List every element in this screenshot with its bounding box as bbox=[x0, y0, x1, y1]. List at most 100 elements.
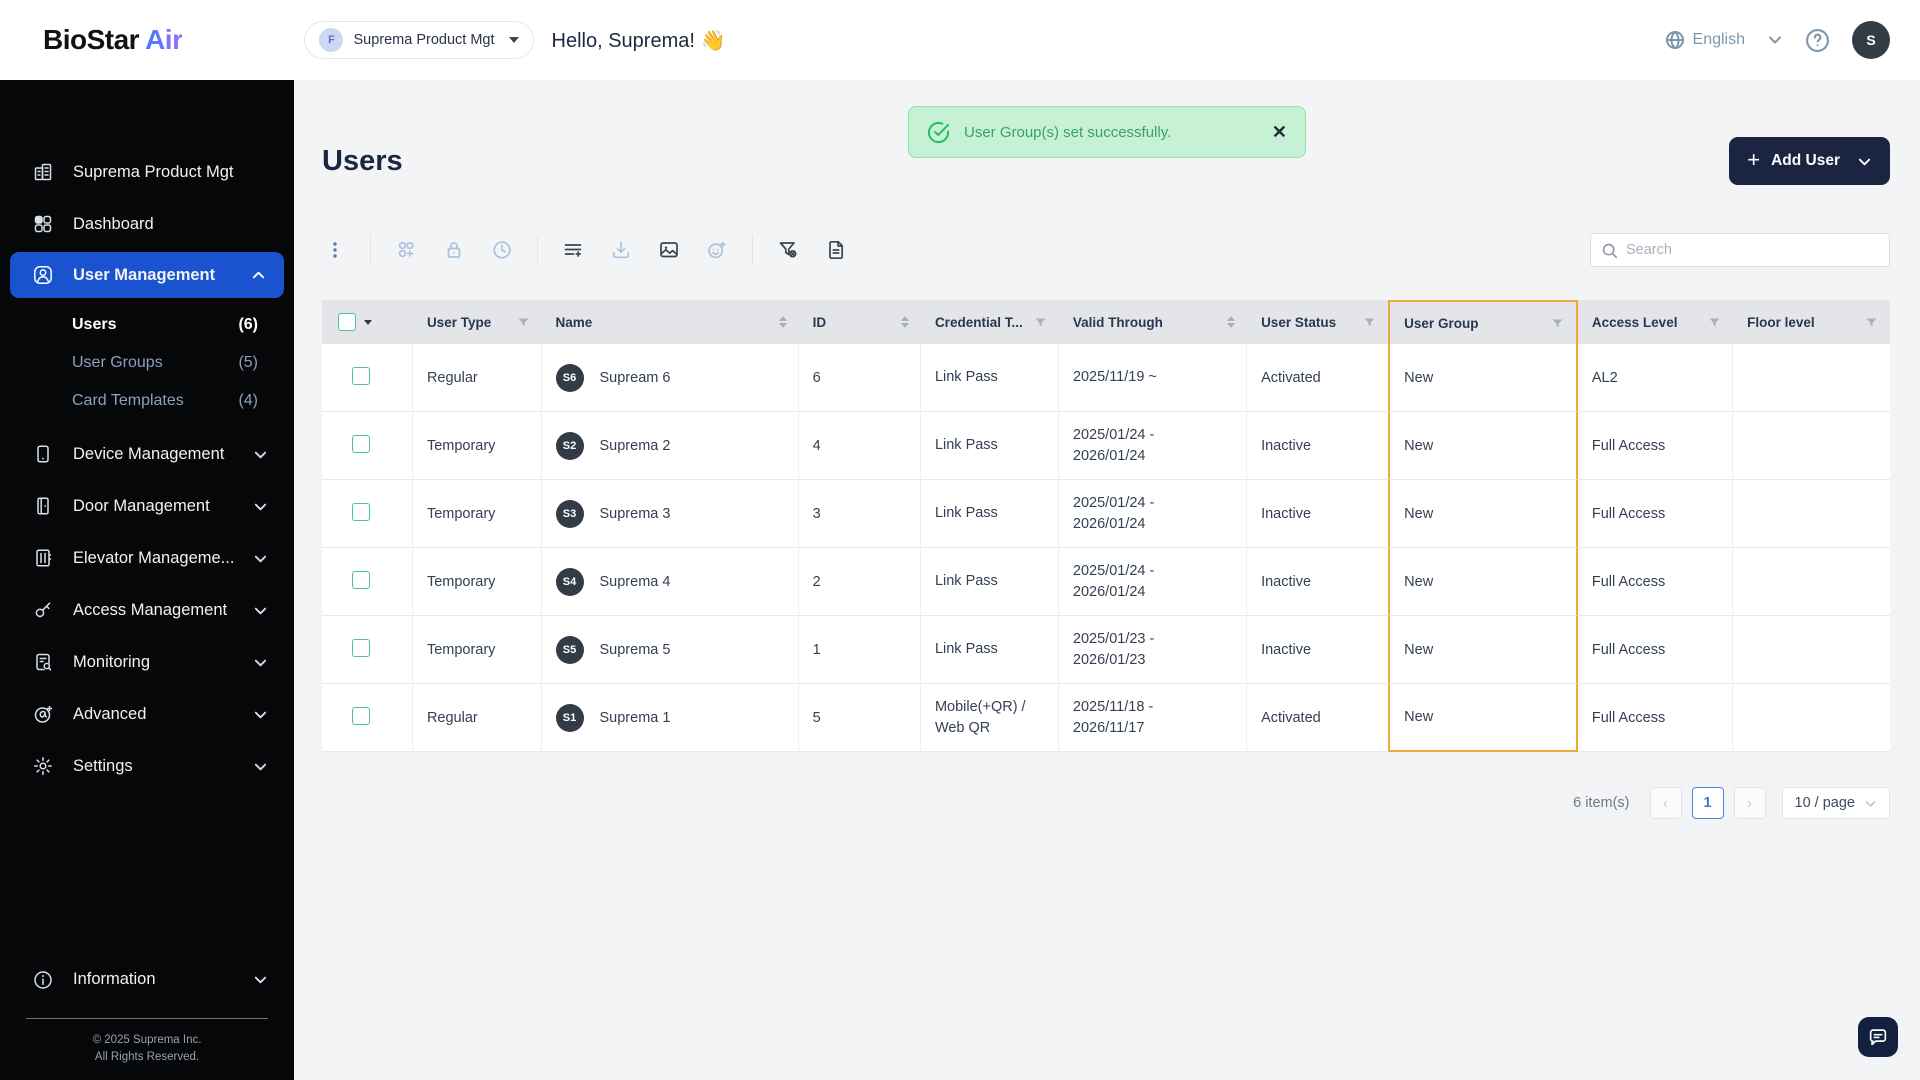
row-checkbox[interactable] bbox=[352, 706, 370, 725]
row-checkbox[interactable] bbox=[352, 638, 370, 657]
row-select-cell bbox=[322, 684, 413, 752]
row-checkbox[interactable] bbox=[352, 434, 370, 453]
current-page-button[interactable]: 1 bbox=[1691, 787, 1724, 819]
header-user-status[interactable]: User Status bbox=[1247, 300, 1389, 344]
add-user-button[interactable]: + Add User bbox=[1729, 137, 1890, 185]
header-valid-through[interactable]: Valid Through bbox=[1058, 300, 1248, 344]
prev-page-button[interactable]: ‹ bbox=[1649, 787, 1682, 819]
image-icon[interactable] bbox=[656, 237, 682, 263]
sidebar-item-advanced[interactable]: Advanced bbox=[0, 688, 294, 740]
cell-user-type: Temporary bbox=[412, 412, 542, 480]
cell-name: S5 Suprema 5 bbox=[541, 616, 799, 684]
table-row[interactable]: Temporary S4 Suprema 4 2 Link Pass 2025/… bbox=[322, 548, 1890, 616]
filter-icon[interactable] bbox=[517, 316, 530, 329]
header-user-group[interactable]: User Group bbox=[1388, 300, 1578, 344]
chevron-down-icon bbox=[253, 972, 268, 987]
chevron-down-icon[interactable] bbox=[1767, 32, 1783, 48]
help-button[interactable] bbox=[1805, 28, 1830, 53]
language-selector[interactable]: English bbox=[1665, 30, 1745, 50]
copyright-line2: All Rights Reserved. bbox=[94, 1050, 200, 1063]
header-id[interactable]: ID bbox=[798, 300, 921, 344]
sidebar-item-access-management[interactable]: Access Management bbox=[0, 584, 294, 636]
table-body: Regular S6 Supream 6 6 Link Pass 2025/11… bbox=[322, 344, 1890, 752]
cell-id: 4 bbox=[798, 412, 921, 480]
toast-close-icon[interactable]: ✕ bbox=[1272, 123, 1287, 141]
sort-icon[interactable] bbox=[900, 316, 909, 328]
header-floor-level[interactable]: Floor level bbox=[1733, 300, 1890, 344]
user-name-text: Suprema 4 bbox=[599, 573, 671, 590]
help-icon bbox=[1806, 28, 1829, 52]
organization-badge: F bbox=[319, 28, 344, 52]
monitoring-icon bbox=[36, 653, 52, 671]
sidebar-item-dashboard[interactable]: Dashboard bbox=[0, 198, 294, 250]
chevron-down-icon bbox=[253, 603, 268, 618]
lock-icon[interactable] bbox=[441, 237, 467, 263]
header-credential-type[interactable]: Credential T... bbox=[920, 300, 1059, 344]
header-access-level[interactable]: Access Level bbox=[1577, 300, 1734, 344]
sidebar-item-elevator-management[interactable]: Elevator Manageme... bbox=[0, 532, 294, 584]
cell-access-level: AL2 bbox=[1577, 344, 1734, 412]
clear-filter-icon[interactable] bbox=[775, 237, 801, 263]
sidebar-item-suprema-product-mgt[interactable]: Suprema Product Mgt bbox=[0, 146, 294, 198]
filter-icon[interactable] bbox=[1363, 316, 1376, 329]
chevron-down-icon bbox=[253, 499, 268, 514]
copyright: © 2025 Suprema Inc. All Rights Reserved. bbox=[0, 1032, 294, 1067]
table-row[interactable]: Temporary S2 Suprema 2 4 Link Pass 2025/… bbox=[322, 412, 1890, 480]
organization-selector[interactable]: F Suprema Product Mgt bbox=[304, 21, 534, 59]
sidebar-item-label: User Management bbox=[73, 265, 216, 284]
sidebar-item-label: Access Management bbox=[73, 600, 228, 619]
report-file-icon[interactable] bbox=[823, 237, 849, 263]
sidebar-item-door-management[interactable]: Door Management bbox=[0, 480, 294, 532]
sidebar-item-device-management[interactable]: Device Management bbox=[0, 428, 294, 480]
user-avatar-button[interactable]: S bbox=[1852, 21, 1890, 59]
select-all-checkbox[interactable] bbox=[338, 313, 356, 331]
next-page-button[interactable]: › bbox=[1733, 787, 1766, 819]
sort-icon[interactable] bbox=[1227, 316, 1236, 328]
filter-icon[interactable] bbox=[1865, 316, 1878, 329]
table-row[interactable]: Temporary S5 Suprema 5 1 Link Pass 2025/… bbox=[322, 616, 1890, 684]
header-user-type[interactable]: User Type bbox=[412, 300, 542, 344]
add-face-icon[interactable] bbox=[704, 237, 730, 263]
sidebar-item-settings[interactable]: Settings bbox=[0, 740, 294, 792]
cell-access-level: Full Access bbox=[1577, 548, 1734, 616]
sidebar-item-label: Elevator Manageme... bbox=[73, 548, 235, 567]
subitem-label: Users bbox=[72, 316, 117, 333]
row-checkbox[interactable] bbox=[352, 570, 370, 589]
download-icon[interactable] bbox=[608, 237, 634, 263]
table-row[interactable]: Regular S1 Suprema 1 5 Mobile(+QR) / Web… bbox=[322, 684, 1890, 752]
sidebar-item-label: Information bbox=[73, 970, 156, 988]
chat-support-button[interactable] bbox=[1858, 1017, 1898, 1057]
assign-group-icon[interactable] bbox=[393, 237, 419, 263]
filter-icon[interactable] bbox=[1551, 317, 1564, 330]
device-icon bbox=[37, 445, 49, 463]
row-checkbox[interactable] bbox=[352, 502, 370, 521]
header-name[interactable]: Name bbox=[541, 300, 799, 344]
filter-icon[interactable] bbox=[1708, 316, 1721, 329]
building-icon bbox=[34, 163, 52, 181]
table-row[interactable]: Temporary S3 Suprema 3 3 Link Pass 2025/… bbox=[322, 480, 1890, 548]
sidebar-item-monitoring[interactable]: Monitoring bbox=[0, 636, 294, 688]
globe-icon bbox=[1665, 31, 1684, 49]
sidebar-subitem-users[interactable]: Users (6) bbox=[0, 306, 294, 344]
subitem-count: (6) bbox=[238, 316, 258, 333]
sidebar-item-user-management[interactable]: User Management bbox=[10, 252, 284, 298]
row-checkbox[interactable] bbox=[352, 366, 370, 385]
sort-icon[interactable] bbox=[778, 316, 787, 328]
user-avatar-chip: S6 bbox=[555, 363, 584, 392]
page-size-value: 10 / page bbox=[1794, 795, 1855, 811]
more-vertical-icon[interactable] bbox=[322, 237, 348, 263]
row-select-cell bbox=[322, 616, 413, 684]
logo-primary: BioStar bbox=[43, 24, 140, 55]
filter-icon[interactable] bbox=[1034, 316, 1047, 329]
sidebar-item-information[interactable]: Information bbox=[0, 954, 294, 1006]
sidebar-subitem-user-groups[interactable]: User Groups (5) bbox=[0, 344, 294, 382]
table-row[interactable]: Regular S6 Supream 6 6 Link Pass 2025/11… bbox=[322, 344, 1890, 412]
list-settings-icon[interactable] bbox=[560, 237, 586, 263]
history-clock-icon[interactable] bbox=[489, 237, 515, 263]
page-size-select[interactable]: 10 / page bbox=[1781, 787, 1890, 819]
subitem-label: Card Templates bbox=[72, 392, 184, 409]
search-input[interactable] bbox=[1626, 242, 1879, 258]
select-menu-caret-icon[interactable] bbox=[364, 319, 372, 325]
app-logo: BioStar Air bbox=[43, 24, 183, 56]
sidebar-subitem-card-templates[interactable]: Card Templates (4) bbox=[0, 382, 294, 420]
